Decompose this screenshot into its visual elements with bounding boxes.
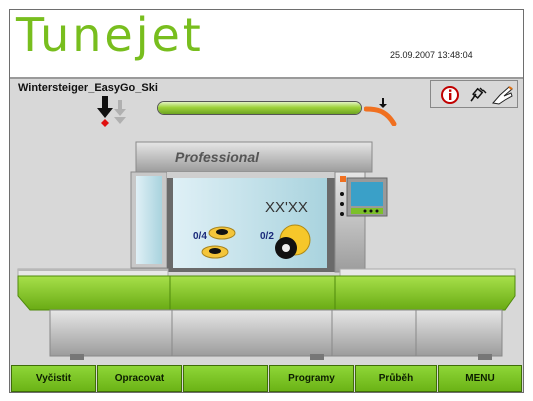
status-panel — [430, 80, 518, 108]
progress-button[interactable]: Průběh — [355, 365, 437, 392]
app-window: Tunejet 25.09.2007 13:48:04 Wintersteige… — [9, 9, 524, 393]
right-grinder-counter: 0/2 — [260, 231, 274, 242]
empty-button[interactable] — [183, 365, 268, 392]
process-progress-bar — [157, 101, 362, 115]
machine-illustration: Professional XX'XX 0/4 0/2 — [17, 141, 516, 360]
process-button[interactable]: Opracovat — [97, 365, 182, 392]
info-icon[interactable] — [439, 85, 461, 105]
plug-icon[interactable] — [466, 85, 488, 105]
counter-display: XX'XX — [265, 199, 308, 216]
bottom-toolbar: Vyčistit Opracovat Programy Průběh MENU — [10, 365, 523, 392]
model-label: Professional — [175, 149, 260, 165]
machine-base — [17, 275, 516, 311]
ski-feed-arrows-icon — [97, 96, 126, 127]
hand-pointer-icon[interactable] — [491, 85, 515, 105]
machine-name: Wintersteiger_EasyGo_Ski — [18, 82, 158, 94]
programs-button[interactable]: Programy — [269, 365, 354, 392]
progress-fill — [158, 102, 361, 114]
menu-button[interactable]: MENU — [438, 365, 522, 392]
left-grinder-counter: 0/4 — [193, 231, 207, 242]
header: Tunejet 25.09.2007 13:48:04 — [10, 10, 523, 79]
clean-button[interactable]: Vyčistit — [11, 365, 96, 392]
date-time: 25.09.2007 13:48:04 — [390, 50, 473, 60]
ski-lift-icon — [364, 98, 397, 126]
brand-logo: Tunejet — [16, 9, 204, 62]
